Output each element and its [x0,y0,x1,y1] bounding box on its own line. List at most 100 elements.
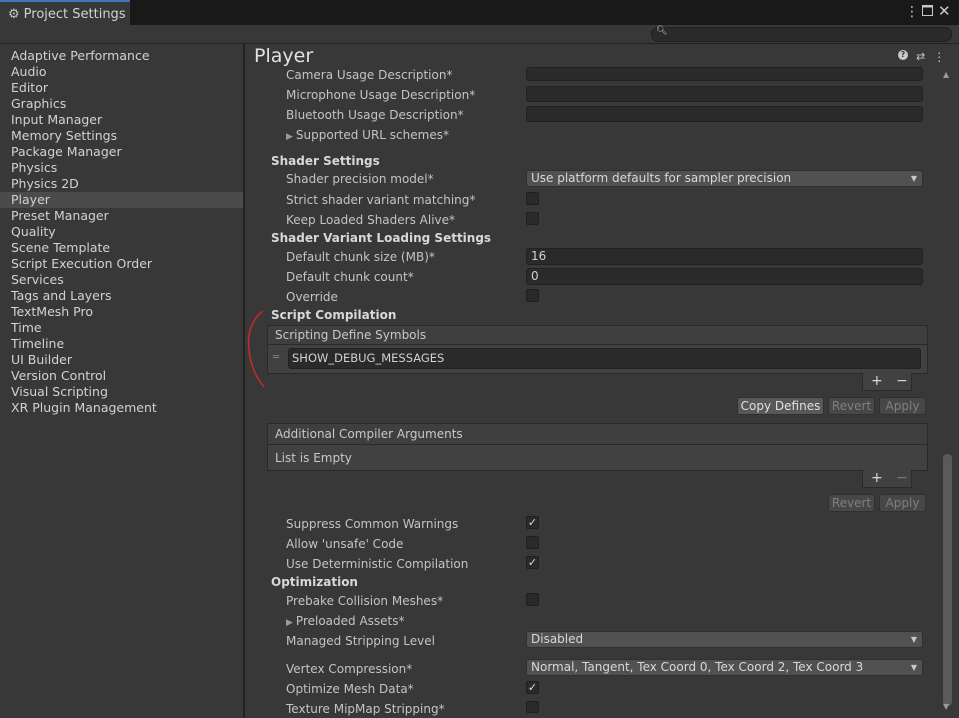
bluetooth-usage-label: Bluetooth Usage Description* [286,108,464,122]
tab-label: Project Settings [23,6,126,22]
sidebar-item-physics-2d[interactable]: Physics 2D [0,176,243,192]
compiler-args-revert-button[interactable]: Revert [828,494,875,512]
foldout-arrow-icon: ▶ [286,132,293,142]
deterministic-checkbox[interactable]: ✓ [526,556,539,569]
list-empty-text: List is Empty [275,451,352,465]
microphone-usage-field[interactable] [526,86,923,102]
override-checkbox[interactable] [526,289,539,302]
scroll-down-icon[interactable]: ▼ [943,702,949,711]
compiler-args-header: Additional Compiler Arguments [267,423,928,445]
define-symbols-header: Scripting Define Symbols [267,325,928,345]
chevron-down-icon: ▼ [910,174,917,183]
microphone-usage-label: Microphone Usage Description* [286,88,476,102]
chunk-size-field[interactable]: 16 [526,248,923,265]
bluetooth-usage-field[interactable] [526,106,923,122]
stripping-level-label: Managed Stripping Level [286,634,435,648]
sidebar-item-memory-settings[interactable]: Memory Settings [0,128,243,144]
chevron-down-icon: ▼ [910,663,917,672]
sidebar-item-preset-manager[interactable]: Preset Manager [0,208,243,224]
mipmap-stripping-label: Texture MipMap Stripping* [286,702,445,716]
sidebar-item-version-control[interactable]: Version Control [0,368,243,384]
add-icon[interactable]: + [871,470,883,486]
sidebar-item-xr-plugin-management[interactable]: XR Plugin Management [0,400,243,416]
vertex-compression-value: Normal, Tangent, Tex Coord 0, Tex Coord … [531,660,864,674]
mipmap-stripping-checkbox[interactable] [526,701,539,713]
suppress-warnings-label: Suppress Common Warnings [286,517,459,531]
camera-usage-field[interactable] [526,67,923,81]
search-icon: 🔍︎ [656,26,668,36]
add-icon[interactable]: + [871,373,883,389]
compiler-args-list: List is Empty [267,444,928,471]
sidebar-item-physics[interactable]: Physics [0,160,243,176]
preloaded-assets-foldout[interactable]: ▶ Preloaded Assets* [286,614,405,630]
sidebar-item-visual-scripting[interactable]: Visual Scripting [0,384,243,400]
scrollbar-thumb[interactable] [943,454,952,706]
search-input[interactable]: 🔍︎ [651,26,952,42]
sidebar-item-package-manager[interactable]: Package Manager [0,144,243,160]
shader-settings-header: Shader Settings [271,154,380,168]
chunk-count-field[interactable]: 0 [526,268,923,285]
prebake-checkbox[interactable] [526,593,539,606]
define-symbols-list: ═ SHOW_DEBUG_MESSAGES [267,344,928,374]
sidebar-item-time[interactable]: Time [0,320,243,336]
sidebar-item-textmesh-pro[interactable]: TextMesh Pro [0,304,243,320]
close-icon[interactable]: ✕ [938,3,951,19]
drag-handle-icon[interactable]: ═ [273,352,279,363]
strict-variant-label: Strict shader variant matching* [286,193,476,207]
sidebar-item-adaptive-performance[interactable]: Adaptive Performance [0,48,243,64]
compiler-args-add-remove: + − [862,470,912,488]
sidebar-item-input-manager[interactable]: Input Manager [0,112,243,128]
chevron-down-icon: ▼ [910,635,917,644]
scroll-up-icon[interactable]: ▲ [943,70,949,79]
sidebar-item-tags-and-layers[interactable]: Tags and Layers [0,288,243,304]
allow-unsafe-checkbox[interactable] [526,536,539,549]
page-title: Player [254,45,314,67]
revert-button[interactable]: Revert [828,397,875,415]
copy-defines-button[interactable]: Copy Defines [737,397,824,415]
prebake-label: Prebake Collision Meshes* [286,594,444,608]
remove-icon[interactable]: − [896,373,908,389]
sidebar-item-player[interactable]: Player [0,192,243,208]
override-label: Override [286,290,338,304]
preloaded-assets-label: Preloaded Assets* [295,614,405,628]
stripping-level-dropdown[interactable]: Disabled ▼ [526,631,923,648]
title-bar [0,0,959,25]
apply-button[interactable]: Apply [879,397,926,415]
compiler-args-apply-button[interactable]: Apply [879,494,926,512]
foldout-arrow-icon: ▶ [286,618,293,628]
vertex-compression-dropdown[interactable]: Normal, Tangent, Tex Coord 0, Tex Coord … [526,659,923,676]
kebab-menu-icon[interactable]: ⋮ [933,50,945,64]
sidebar-item-script-execution-order[interactable]: Script Execution Order [0,256,243,272]
supported-url-schemes-foldout[interactable]: ▶ Supported URL schemes* [286,128,449,144]
sidebar-item-audio[interactable]: Audio [0,64,243,80]
sidebar-item-graphics[interactable]: Graphics [0,96,243,112]
sidebar-item-editor[interactable]: Editor [0,80,243,96]
shader-precision-value: Use platform defaults for sampler precis… [531,171,792,185]
keep-loaded-shaders-label: Keep Loaded Shaders Alive* [286,213,456,227]
define-symbol-field[interactable]: SHOW_DEBUG_MESSAGES [288,348,921,369]
tab-project-settings[interactable]: ⚙ Project Settings [0,0,130,26]
chunk-size-label: Default chunk size (MB)* [286,250,435,264]
sidebar-item-scene-template[interactable]: Scene Template [0,240,243,256]
presets-icon[interactable]: ⇄ [916,50,925,64]
shader-variant-loading-header: Shader Variant Loading Settings [271,231,492,245]
camera-usage-label: Camera Usage Description* [286,68,453,82]
keep-loaded-shaders-checkbox[interactable] [526,212,539,225]
chunk-count-label: Default chunk count* [286,270,414,284]
shader-precision-label: Shader precision model* [286,172,434,186]
remove-icon[interactable]: − [896,470,908,486]
stripping-level-value: Disabled [531,632,584,646]
sidebar-item-ui-builder[interactable]: UI Builder [0,352,243,368]
strict-variant-checkbox[interactable] [526,192,539,205]
sidebar-item-timeline[interactable]: Timeline [0,336,243,352]
optimize-mesh-checkbox[interactable]: ✓ [526,681,539,694]
sidebar-item-services[interactable]: Services [0,272,243,288]
maximize-icon[interactable] [922,4,933,20]
kebab-menu-icon[interactable]: ⋮ [905,4,919,20]
suppress-warnings-checkbox[interactable]: ✓ [526,516,539,529]
sidebar-item-quality[interactable]: Quality [0,224,243,240]
help-icon[interactable]: ? [898,50,908,60]
define-symbols-add-remove: + − [862,373,912,391]
shader-precision-dropdown[interactable]: Use platform defaults for sampler precis… [526,170,923,187]
script-compilation-header: Script Compilation [271,308,397,322]
